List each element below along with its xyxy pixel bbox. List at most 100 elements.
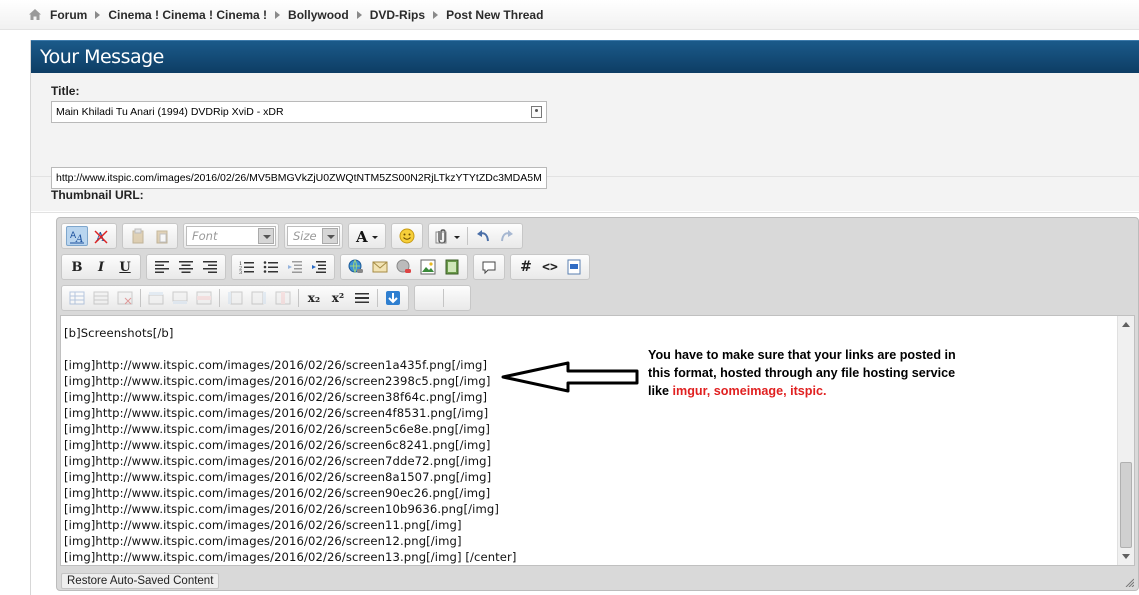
bold-button[interactable]: B: [66, 257, 88, 277]
breadcrumb-dvd-rips[interactable]: DVD-Rips: [370, 8, 425, 22]
table-row-icon[interactable]: [90, 288, 112, 308]
editor-line: [img]http://www.itspic.com/images/2016/0…: [64, 518, 462, 532]
video-icon[interactable]: [441, 257, 463, 277]
toolbar-group-empty: [414, 285, 471, 311]
editor-line: [img]http://www.itspic.com/images/2016/0…: [64, 454, 492, 468]
home-icon[interactable]: [28, 8, 44, 22]
insert-column-right-icon[interactable]: [248, 288, 270, 308]
numbered-list-icon[interactable]: 123: [236, 257, 258, 277]
indent-icon[interactable]: [308, 257, 330, 277]
insert-row-above-icon[interactable]: [145, 288, 167, 308]
subscript-button[interactable]: x₂: [303, 288, 325, 308]
italic-button[interactable]: I: [90, 257, 112, 277]
underline-button[interactable]: U: [114, 257, 136, 277]
title-section: Title:: [31, 73, 1139, 177]
font-select[interactable]: Font: [186, 226, 276, 246]
superscript-button[interactable]: x²: [327, 288, 349, 308]
thumbnail-url-input[interactable]: [51, 167, 547, 189]
restore-autosave-button[interactable]: Restore Auto-Saved Content: [61, 573, 220, 589]
toolbar-group-format: AA A: [61, 223, 117, 249]
horizontal-rule-icon[interactable]: [351, 288, 373, 308]
insert-row-below-icon[interactable]: [169, 288, 191, 308]
smiley-icon[interactable]: [396, 226, 418, 246]
breadcrumb: Forum Cinema ! Cinema ! Cinema ! Bollywo…: [0, 0, 1139, 30]
scroll-up-icon[interactable]: [1122, 322, 1130, 327]
editor-line: [img]http://www.itspic.com/images/2016/0…: [64, 502, 499, 516]
align-center-icon[interactable]: [175, 257, 197, 277]
html-code-button[interactable]: <>: [539, 257, 561, 277]
quote-icon[interactable]: [478, 257, 500, 277]
breadcrumb-bollywood[interactable]: Bollywood: [288, 8, 349, 22]
annotation-note: You have to make sure that your links ar…: [648, 346, 978, 400]
scroll-thumb[interactable]: [1120, 462, 1132, 548]
download-arrow-icon[interactable]: [382, 288, 404, 308]
paste-icon[interactable]: [127, 226, 149, 246]
attachment-icon[interactable]: [433, 226, 463, 246]
editor-line: [img]http://www.itspic.com/images/2016/0…: [64, 422, 490, 436]
divider: [31, 212, 1139, 213]
toolbar-row-2: B I U 123 # <>: [61, 253, 595, 281]
toolbar-group-color: A: [348, 223, 386, 249]
toolbar-group-clipboard: [122, 223, 178, 249]
breadcrumb-forum[interactable]: Forum: [50, 8, 87, 22]
contact-card-icon[interactable]: [531, 106, 542, 118]
unlink-icon[interactable]: [393, 257, 415, 277]
message-panel: Your Message Title: Thumbnail URL: AA A: [30, 40, 1139, 595]
paste-text-icon[interactable]: [151, 226, 173, 246]
php-code-icon[interactable]: [563, 257, 585, 277]
breadcrumb-separator-icon: [275, 10, 281, 19]
toolbar-row-3: x₂ x²: [61, 284, 476, 312]
outdent-icon[interactable]: [284, 257, 306, 277]
toolbar-group-quote: [473, 254, 505, 280]
toolbar-separator: [298, 289, 299, 307]
code-hash-button[interactable]: #: [515, 257, 537, 277]
editor-line: [img]http://www.itspic.com/images/2016/0…: [64, 374, 491, 388]
image-icon[interactable]: [417, 257, 439, 277]
chevron-down-icon: [322, 228, 338, 244]
redo-icon[interactable]: [496, 226, 518, 246]
link-icon[interactable]: [345, 257, 367, 277]
annotation-line-3: like imgur, someimage, itspic.: [648, 382, 978, 400]
align-right-icon[interactable]: [199, 257, 221, 277]
chevron-down-icon: [258, 228, 274, 244]
title-input[interactable]: [51, 101, 547, 123]
align-left-icon[interactable]: [151, 257, 173, 277]
text-color-icon[interactable]: A: [353, 226, 381, 246]
breadcrumb-cinema[interactable]: Cinema ! Cinema ! Cinema !: [108, 8, 267, 22]
toolbar-group-align: [146, 254, 226, 280]
toolbar-group-attach: [428, 223, 523, 249]
delete-column-icon[interactable]: [272, 288, 294, 308]
delete-row-icon[interactable]: [193, 288, 215, 308]
toolbar-separator: [377, 289, 378, 307]
annotation-arrow-icon: [501, 361, 639, 393]
title-label: Title:: [51, 84, 80, 98]
insert-column-left-icon[interactable]: [224, 288, 246, 308]
clear-format-icon[interactable]: A: [90, 226, 112, 246]
svg-text:3: 3: [239, 270, 242, 274]
breadcrumb-post-new-thread[interactable]: Post New Thread: [446, 8, 543, 22]
bullet-list-icon[interactable]: [260, 257, 282, 277]
editor-line: [img]http://www.itspic.com/images/2016/0…: [64, 534, 462, 548]
table-delete-icon[interactable]: [114, 288, 136, 308]
annotation-prefix: like: [648, 384, 673, 398]
toolbar-separator: [467, 227, 468, 245]
remove-format-icon[interactable]: AA: [66, 226, 88, 246]
breadcrumb-separator-icon: [356, 10, 362, 19]
toolbar-group-style: B I U: [61, 254, 141, 280]
size-select[interactable]: Size: [287, 226, 340, 246]
scroll-down-icon[interactable]: [1122, 554, 1130, 559]
svg-text:A: A: [355, 228, 368, 244]
toolbar-group-size: Size: [284, 223, 343, 249]
toolbar-group-lists: 123: [231, 254, 335, 280]
annotation-line-2: this format, hosted through any file hos…: [648, 366, 956, 380]
undo-icon[interactable]: [472, 226, 494, 246]
editor-line: [img]http://www.itspic.com/images/2016/0…: [64, 390, 488, 404]
editor-line: [img]http://www.itspic.com/images/2016/0…: [64, 438, 491, 452]
toolbar-row-1: AA A Font: [61, 222, 528, 250]
toolbar-separator: [140, 289, 141, 307]
page-title: Your Message: [31, 40, 1139, 73]
table-icon[interactable]: [66, 288, 88, 308]
resize-grip-icon[interactable]: [1124, 577, 1134, 587]
email-icon[interactable]: [369, 257, 391, 277]
textarea-scrollbar[interactable]: [1117, 316, 1134, 565]
